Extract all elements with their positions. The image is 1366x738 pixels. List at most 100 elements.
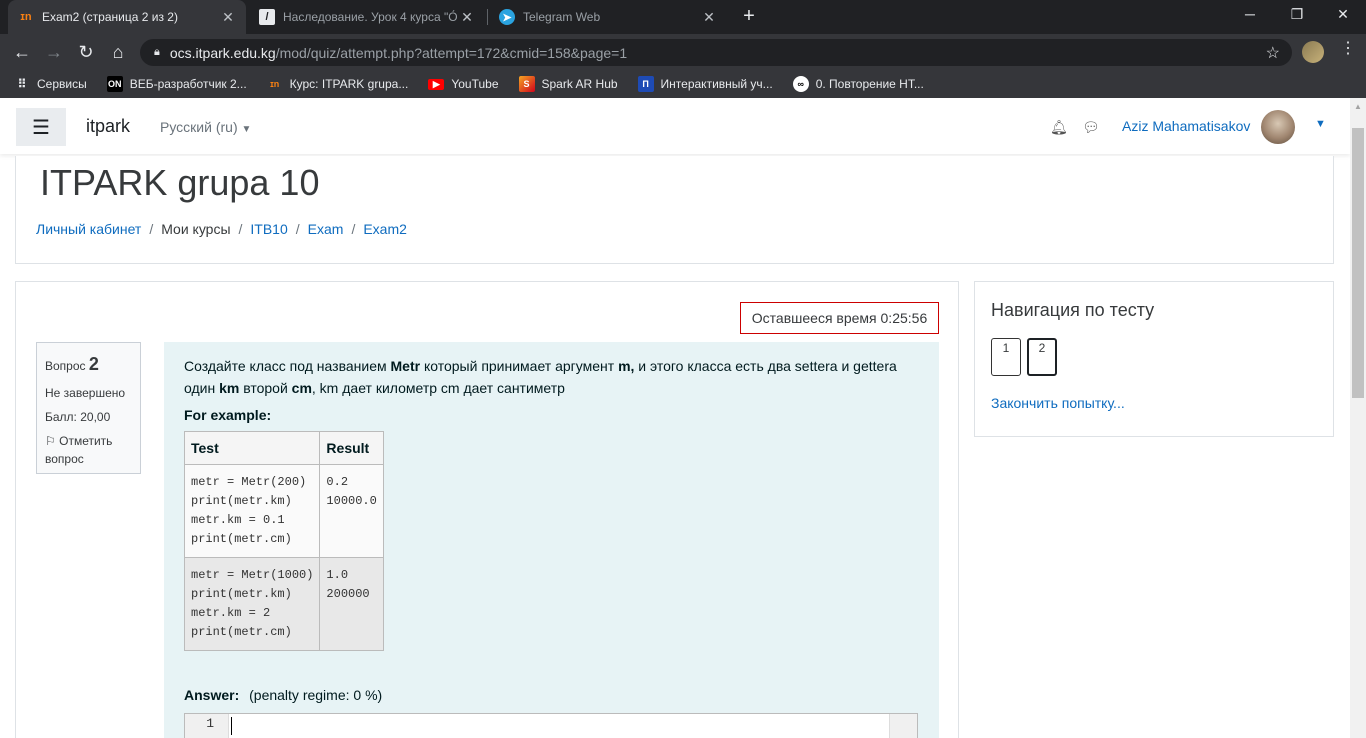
close-tab-icon[interactable]: ✕	[220, 9, 236, 26]
bookmark-label: Интерактивный уч...	[660, 77, 773, 91]
apps-grid-icon: ⠿	[17, 77, 27, 91]
flag-label: Отметить вопрос	[45, 434, 113, 466]
bookmark-label: ВЕБ-разработчик 2...	[129, 77, 247, 91]
breadcrumb-separator: /	[238, 221, 243, 237]
moodle-navbar: ☰ itpark Русский (ru) ▼ 🔔︎ 💬︎ Aziz Maham…	[0, 98, 1350, 154]
line-number: 1	[185, 714, 229, 738]
breadcrumb-quiz[interactable]: Exam2	[363, 221, 407, 237]
moodle-favicon-icon: ɪn	[20, 11, 32, 23]
breadcrumb-my-courses: Мои курсы	[161, 221, 231, 237]
bookmark-star-icon[interactable]: ☆	[1266, 43, 1280, 63]
bookmarks-bar: ⠿ Сервисы ON ВЕБ-разработчик 2... ɪn Кур…	[0, 70, 1366, 98]
profile-avatar[interactable]	[1302, 41, 1324, 63]
code-editor[interactable]: 1	[184, 713, 918, 738]
test-cell: metr = Metr(1000) print(metr.km) metr.km…	[183, 557, 321, 652]
bookmark-label: 0. Повторение HT...	[815, 77, 924, 91]
test-cell: metr = Metr(200) print(metr.km) metr.km …	[183, 464, 321, 559]
question-nav-button-1[interactable]: 1	[991, 338, 1021, 376]
bookmark-course[interactable]: ɪn Курс: ITPARK grupa...	[267, 76, 409, 92]
flag-question-button[interactable]: ⚐ Отметить вопрос	[45, 432, 132, 468]
bookmark-label: Сервисы	[37, 77, 87, 91]
home-icon[interactable]: ⌂	[106, 41, 130, 63]
page-scrollbar[interactable]: ▲	[1350, 98, 1366, 738]
interactive-book-icon: П	[637, 76, 654, 92]
spark-ar-icon: S	[518, 76, 535, 92]
breadcrumb-section[interactable]: Exam	[308, 221, 344, 237]
breadcrumb: Личный кабинет / Мои курсы / ITB10 / Exa…	[36, 221, 407, 237]
bookmark-youtube[interactable]: ▶ YouTube	[428, 77, 499, 91]
new-tab-icon[interactable]: +	[738, 5, 760, 28]
breadcrumb-separator: /	[149, 221, 154, 237]
back-icon[interactable]: ←	[10, 41, 34, 63]
telegram-icon: ➤	[499, 9, 515, 25]
chrome-menu-icon[interactable]: ⋮	[1340, 38, 1356, 58]
page-favicon-icon: /	[259, 9, 275, 25]
question-text: Создайте класс под названием Metr которы…	[184, 358, 897, 396]
browser-tab-telegram[interactable]: ➤ Telegram Web ✕	[489, 0, 727, 34]
tab-title: Exam2 (страница 2 из 2)	[42, 10, 178, 24]
notification-bell-icon[interactable]: 🔔︎	[1050, 119, 1068, 136]
answer-label-row: Answer: (penalty regime: 0 %)	[184, 687, 382, 703]
breadcrumb-course[interactable]: ITB10	[250, 221, 287, 237]
browser-tab-exam2[interactable]: ɪn Exam2 (страница 2 из 2) ✕	[8, 0, 246, 34]
close-window-icon[interactable]: ✕	[1333, 6, 1353, 23]
lock-icon: 🔒︎	[154, 46, 160, 58]
minimize-icon[interactable]: ─	[1240, 6, 1260, 22]
site-brand[interactable]: itpark	[86, 116, 130, 137]
bookmark-label: YouTube	[451, 77, 499, 91]
question-status: Не завершено	[45, 386, 126, 400]
bookmark-web-developer[interactable]: ON ВЕБ-разработчик 2...	[106, 76, 247, 92]
question-info: Вопрос 2 Не завершено Балл: 20,00 ⚐ Отме…	[36, 342, 141, 474]
hamburger-menu-icon[interactable]: ☰	[16, 108, 66, 146]
breadcrumb-dashboard[interactable]: Личный кабинет	[36, 221, 141, 237]
moodle-favicon-icon: ɪn	[270, 79, 280, 89]
column-header-test: Test	[183, 431, 321, 466]
forward-icon[interactable]: →	[42, 41, 66, 63]
result-cell: 0.2 10000.0	[319, 464, 384, 559]
browser-toolbar: ← → ↻ ⌂ 🔒︎ ocs.itpark.edu.kg/mod/quiz/at…	[0, 34, 1366, 70]
url-host: ocs.itpark.edu.kg	[169, 44, 276, 61]
result-cell: 1.0 200000	[319, 557, 384, 652]
close-tab-icon[interactable]: ✕	[459, 9, 475, 26]
address-bar[interactable]: 🔒︎ ocs.itpark.edu.kg/mod/quiz/attempt.ph…	[140, 39, 1292, 66]
page-viewport: ☰ itpark Русский (ru) ▼ 🔔︎ 💬︎ Aziz Maham…	[0, 98, 1350, 738]
page-title: ITPARK grupa 10	[40, 162, 320, 203]
user-name[interactable]: Aziz Mahamatisakov	[1122, 118, 1250, 134]
scrollbar-thumb[interactable]	[1352, 128, 1364, 398]
text-cursor	[231, 717, 232, 735]
bookmark-html-review[interactable]: ∞ 0. Повторение HT...	[792, 76, 924, 92]
browser-tab-inheritance[interactable]: / Наследование. Урок 4 курса "О́ ✕	[249, 0, 485, 34]
youtube-icon: ▶	[428, 78, 445, 90]
question-label: Вопрос	[45, 359, 86, 373]
messages-icon[interactable]: 💬︎	[1082, 119, 1100, 136]
language-selector[interactable]: Русский (ru) ▼	[160, 119, 251, 135]
quiz-main-region: Оставшееся время 0:25:56 Вопрос 2 Не зав…	[15, 281, 959, 738]
finish-attempt-link[interactable]: Закончить попытку...	[991, 395, 1125, 411]
quiz-navigation-block: Навигация по тесту 1 2 Закончить попытку…	[974, 281, 1334, 437]
quiz-navigation-title: Навигация по тесту	[991, 300, 1155, 320]
close-tab-icon[interactable]: ✕	[701, 9, 717, 26]
user-menu-caret-icon[interactable]: ▼	[1315, 118, 1326, 130]
editor-right-gutter	[889, 714, 917, 738]
bookmark-label: Курс: ITPARK grupa...	[289, 77, 409, 91]
reload-icon[interactable]: ↻	[74, 41, 98, 63]
question-score: Балл: 20,00	[45, 410, 111, 424]
bookmark-spark-ar[interactable]: S Spark AR Hub	[518, 76, 618, 92]
for-example-heading: For example:	[184, 407, 272, 424]
tab-title: Наследование. Урок 4 курса "О́	[283, 10, 458, 24]
tab-title: Telegram Web	[523, 10, 601, 24]
column-header-result: Result	[319, 431, 384, 466]
scroll-up-icon[interactable]: ▲	[1354, 102, 1362, 111]
table-row: metr = Metr(1000) print(metr.km) metr.km…	[183, 557, 384, 652]
avatar[interactable]	[1261, 110, 1295, 144]
example-table: Test Result metr = Metr(200) print(metr.…	[183, 431, 384, 652]
page-header: ITPARK grupa 10 Личный кабинет / Мои кур…	[15, 156, 1334, 264]
question-nav-button-2[interactable]: 2	[1027, 338, 1057, 376]
bookmark-services[interactable]: ⠿ Сервисы	[14, 76, 87, 92]
language-label: Русский (ru)	[160, 119, 238, 135]
bookmark-label: Spark AR Hub	[541, 77, 618, 91]
restore-icon[interactable]: ❐	[1287, 6, 1307, 23]
quiz-timer: Оставшееся время 0:25:56	[740, 302, 939, 334]
bookmark-interactive[interactable]: П Интерактивный уч...	[637, 76, 773, 92]
table-header-row: Test Result	[183, 431, 384, 466]
